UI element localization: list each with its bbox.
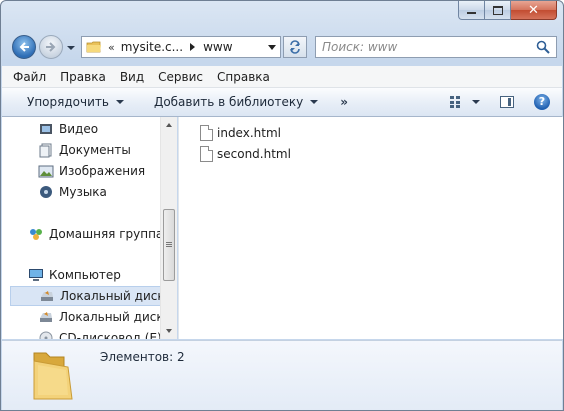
close-button[interactable]: ✕ (511, 1, 557, 20)
menu-help[interactable]: Справка (217, 70, 270, 84)
command-bar-right: ? (450, 88, 562, 116)
menu-view[interactable]: Вид (120, 70, 144, 84)
breadcrumb-www[interactable]: www (203, 40, 232, 54)
scroll-up-button[interactable] (161, 117, 177, 133)
arrow-up-icon (166, 123, 172, 127)
refresh-button[interactable] (283, 36, 307, 58)
scrollbar-thumb[interactable] (163, 209, 175, 281)
nav-item-music[interactable]: Музыка (38, 182, 107, 202)
nav-item-local-disk-c[interactable]: Локальный диск (C (10, 286, 160, 306)
search-icon[interactable] (535, 39, 551, 55)
documents-library-icon (38, 142, 54, 158)
organize-button[interactable]: Упорядочить (27, 95, 124, 109)
search-input[interactable] (322, 38, 535, 56)
nav-item-pictures[interactable]: Изображения (38, 161, 145, 181)
menu-file[interactable]: Файл (13, 70, 46, 84)
more-commands-button[interactable]: » (340, 95, 348, 109)
pictures-library-icon (38, 163, 54, 179)
navigation-scrollbar[interactable] (160, 117, 177, 339)
address-dropdown-icon[interactable] (268, 45, 276, 50)
address-overflow[interactable]: « (108, 41, 115, 54)
nav-item-video[interactable]: Видео (38, 119, 98, 139)
forward-arrow-icon (46, 42, 56, 52)
menu-edit[interactable]: Правка (60, 70, 106, 84)
nav-item-computer[interactable]: Компьютер (28, 265, 121, 285)
folder-icon (86, 39, 102, 55)
add-to-library-button[interactable]: Добавить в библиотеку (153, 95, 319, 109)
explorer-window: ✕ « mysite.c... www Поиск: www Файл Прав… (0, 0, 564, 411)
file-item-index[interactable]: index.html (200, 123, 281, 143)
breadcrumb-chevron-icon[interactable] (190, 43, 196, 51)
hard-drive-icon (39, 288, 55, 304)
scroll-down-button[interactable] (161, 323, 177, 339)
forward-button[interactable] (39, 35, 63, 59)
nav-item-documents[interactable]: Документы (38, 140, 131, 160)
add-to-library-label: Добавить в библиотеку (153, 95, 304, 109)
organize-label: Упорядочить (27, 95, 109, 109)
back-arrow-icon (19, 42, 29, 52)
preview-pane-icon[interactable] (500, 96, 514, 108)
minimize-button[interactable] (458, 1, 485, 20)
file-item-second[interactable]: second.html (200, 144, 291, 164)
details-pane: Элементов: 2 (2, 340, 562, 410)
back-button[interactable] (12, 35, 36, 59)
document-icon (200, 146, 213, 162)
minimize-icon (467, 12, 476, 14)
breadcrumb-mysite[interactable]: mysite.c... (121, 40, 183, 54)
maximize-button[interactable] (485, 1, 511, 20)
menu-bar: Файл Правка Вид Сервис Справка (2, 66, 562, 88)
menu-tools[interactable]: Сервис (158, 70, 203, 84)
window-caption-buttons: ✕ (458, 1, 557, 20)
chevron-down-icon (67, 46, 75, 50)
document-icon (200, 125, 213, 141)
recent-pages-dropdown[interactable] (66, 43, 76, 53)
refresh-icon (290, 40, 300, 54)
search-box[interactable] (315, 36, 557, 58)
chevron-down-icon (310, 100, 319, 104)
homegroup-icon (28, 226, 44, 242)
navigation-pane: Видео Документы Изображения Музыка Домаш… (2, 117, 177, 339)
chevron-down-icon (115, 100, 124, 104)
nav-item-local-disk-d[interactable]: Локальный диск (D (38, 307, 160, 327)
change-view-icon[interactable] (450, 96, 466, 108)
nav-item-homegroup[interactable]: Домашняя группа (28, 224, 160, 244)
cd-drive-icon (38, 330, 54, 339)
computer-icon (28, 267, 44, 283)
arrow-down-icon (166, 329, 172, 333)
grip-icon (166, 242, 172, 248)
nav-item-cd-drive[interactable]: CD-дисковод (E) (38, 328, 160, 339)
video-library-icon (38, 121, 54, 137)
address-bar[interactable]: « mysite.c... www (81, 36, 281, 58)
views-dropdown-icon[interactable] (472, 100, 480, 104)
item-count-text: Элементов: 2 (100, 350, 185, 364)
hard-drive-icon (38, 309, 54, 325)
close-icon: ✕ (528, 2, 539, 18)
help-icon[interactable]: ? (534, 94, 550, 110)
maximize-icon (492, 5, 503, 15)
navigation-tree: Видео Документы Изображения Музыка Домаш… (2, 117, 160, 339)
file-list: index.html second.html (178, 117, 563, 339)
music-library-icon (38, 184, 54, 200)
folder-icon (30, 347, 76, 402)
command-bar: Упорядочить Добавить в библиотеку » ? (2, 88, 562, 117)
